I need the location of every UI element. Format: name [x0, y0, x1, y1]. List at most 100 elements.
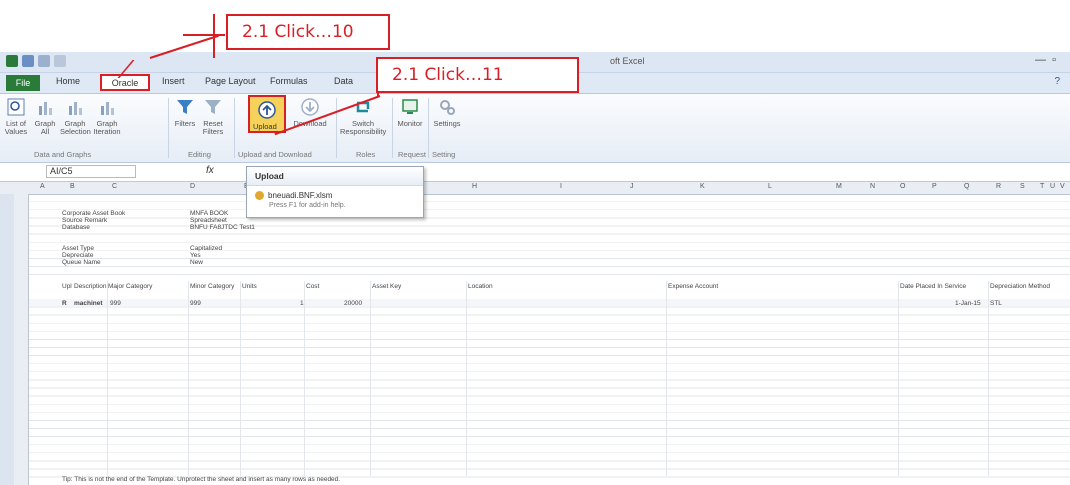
funnel-icon	[174, 96, 196, 118]
column-header-m[interactable]: M	[836, 183, 842, 190]
window-controls[interactable]: — ▫	[1035, 54, 1056, 66]
column-header-n[interactable]: N	[870, 183, 875, 190]
tab-data[interactable]: Data	[334, 76, 353, 86]
grid-line	[466, 281, 467, 476]
addin-icon	[255, 191, 264, 200]
tooltip-item: bneuadi.BNF.xlsm	[255, 191, 332, 200]
asset-labels: Asset Type Depreciate Queue Name	[62, 245, 101, 266]
column-header-j[interactable]: J	[630, 183, 634, 190]
window-title: oft Excel	[610, 56, 645, 66]
bar-chart-icon	[64, 96, 86, 118]
filters-button[interactable]: Filters	[172, 96, 198, 128]
group-separator	[428, 98, 429, 158]
asset-values: Capitalized Yes New	[190, 245, 223, 266]
column-header-d[interactable]: D	[190, 183, 195, 190]
bar-chart-icon	[34, 96, 56, 118]
sheet-grid[interactable]	[29, 194, 1070, 485]
group-data-graphs: Data and Graphs	[34, 150, 92, 159]
help-icon[interactable]: ?	[1054, 76, 1060, 87]
column-header-a[interactable]: A	[40, 183, 45, 190]
redo-icon[interactable]	[54, 55, 66, 67]
header-location: Location	[468, 283, 493, 290]
column-header-o[interactable]: O	[900, 183, 905, 190]
header-depreciation-method: Depreciation Method	[990, 283, 1050, 290]
grid-line	[988, 281, 989, 476]
graph-all-button[interactable]: Graph All	[32, 96, 58, 136]
formula-bar: AI/C5 fx	[0, 163, 1070, 182]
grid-line	[666, 281, 667, 476]
magnifier-icon	[5, 96, 27, 118]
grid-line	[304, 281, 305, 476]
reset-filters-button[interactable]: Reset Filters	[200, 96, 226, 136]
upload-button[interactable]: Upload	[248, 95, 286, 133]
outline-bar[interactable]	[0, 194, 14, 485]
tab-insert[interactable]: Insert	[162, 76, 185, 86]
group-separator	[168, 98, 169, 158]
grid-line	[240, 281, 241, 476]
row-headers	[14, 194, 29, 485]
monitor-button[interactable]: Monitor	[396, 96, 424, 128]
cell-description[interactable]: machinet	[74, 300, 103, 307]
tab-oracle[interactable]: Oracle	[100, 74, 150, 91]
column-header-u[interactable]: U	[1050, 183, 1055, 190]
grid-line	[370, 281, 371, 476]
callout-step-10: 2.1 Click…10	[226, 14, 390, 50]
column-header-q[interactable]: Q	[964, 183, 969, 190]
save-icon[interactable]	[22, 55, 34, 67]
column-header-h[interactable]: H	[472, 183, 477, 190]
group-editing: Editing	[188, 150, 211, 159]
cell-flag[interactable]: R	[62, 300, 67, 307]
graph-iteration-button[interactable]: Graph Iteration	[92, 96, 122, 136]
cell-cost[interactable]: 20000	[344, 300, 362, 307]
settings-button[interactable]: Settings	[432, 96, 462, 128]
column-header-t[interactable]: T	[1040, 183, 1044, 190]
list-values-button[interactable]: List of Values	[4, 96, 28, 136]
callout-step-11: 2.1 Click…11	[376, 57, 579, 93]
undo-icon[interactable]	[38, 55, 50, 67]
table-row[interactable]	[29, 299, 1070, 306]
header-cost: Cost	[306, 283, 320, 290]
column-header-v[interactable]: V	[1060, 183, 1065, 190]
funnel-reset-icon	[202, 96, 224, 118]
group-separator	[234, 98, 235, 158]
group-upload-download: Upload and Download	[238, 150, 312, 159]
column-header-r[interactable]: R	[996, 183, 1001, 190]
download-arrow-icon	[299, 96, 321, 118]
tooltip-title: Upload	[247, 167, 423, 186]
cell-date[interactable]: 1-Jan-15	[955, 300, 981, 307]
excel-logo-icon	[6, 55, 18, 67]
meta-labels: Corporate Asset Book Source Remark Databas…	[62, 210, 126, 231]
name-box[interactable]: AI/C5	[46, 165, 136, 178]
cell-minor[interactable]: 999	[190, 300, 201, 307]
graph-selection-button[interactable]: Graph Selection	[60, 96, 91, 136]
column-header-b[interactable]: B	[70, 183, 75, 190]
download-button[interactable]: Download	[290, 96, 330, 128]
tab-formulas[interactable]: Formulas	[270, 76, 308, 86]
grid-line	[898, 281, 899, 476]
gears-icon	[436, 96, 458, 118]
column-header-i[interactable]: I	[560, 183, 562, 190]
callout-leader-v	[213, 14, 215, 58]
column-header-l[interactable]: L	[768, 183, 772, 190]
column-header-s[interactable]: S	[1020, 183, 1025, 190]
group-request: Request	[398, 150, 426, 159]
header-asset-key: Asset Key	[372, 283, 402, 290]
tooltip-item-label: bneuadi.BNF.xlsm	[268, 191, 333, 200]
header-expense-account: Expense Account	[668, 283, 719, 290]
fx-icon[interactable]: fx	[206, 165, 214, 176]
upload-tooltip: Upload bneuadi.BNF.xlsm Press F1 for add…	[246, 166, 424, 218]
column-header-p[interactable]: P	[932, 183, 937, 190]
cell-method[interactable]: STL	[990, 300, 1002, 307]
header-upl: Upl	[62, 283, 72, 290]
tab-file[interactable]: File	[6, 75, 40, 91]
tab-home[interactable]: Home	[56, 76, 80, 86]
group-roles: Roles	[356, 150, 376, 159]
cell-major[interactable]: 999	[110, 300, 121, 307]
monitor-icon	[399, 96, 421, 118]
tab-page-layout[interactable]: Page Layout	[205, 76, 256, 86]
column-header-k[interactable]: K	[700, 183, 705, 190]
tooltip-help: Press F1 for add-in help.	[269, 202, 346, 209]
column-header-c[interactable]: C	[112, 183, 117, 190]
upload-label: Upload	[253, 122, 277, 131]
callout-leader-h	[183, 34, 225, 36]
